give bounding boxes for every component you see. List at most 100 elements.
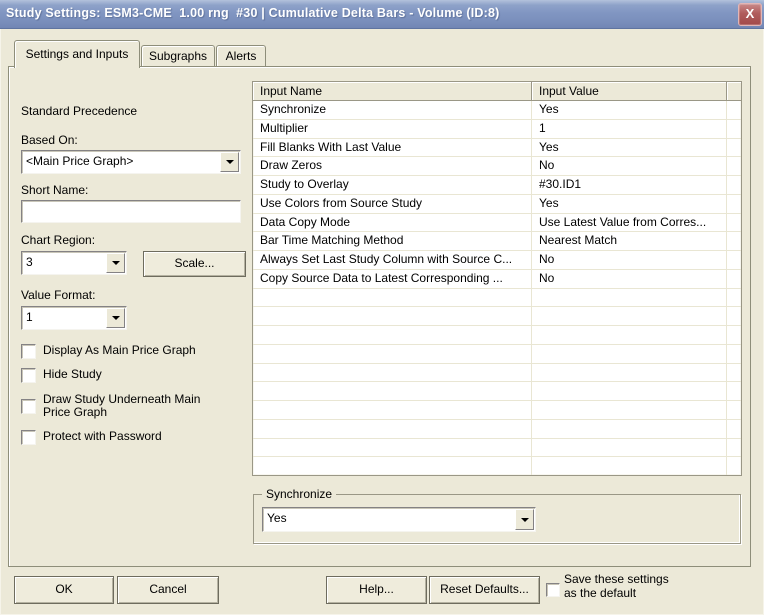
chart-region-value: 3 — [26, 255, 33, 269]
table-row-empty[interactable] — [253, 382, 741, 401]
checkbox-label: Display As Main Price Graph — [43, 343, 196, 357]
spacer-cell — [727, 232, 741, 250]
table-row[interactable]: Multiplier 1 — [253, 119, 741, 139]
input-name-cell: Copy Source Data to Latest Corresponding… — [253, 269, 532, 288]
tab-settings-and-inputs[interactable]: Settings and Inputs — [14, 40, 140, 68]
column-header-spacer — [727, 82, 741, 100]
checkbox-draw-study-underneath[interactable]: Draw Study Underneath Main Price Graph — [21, 393, 221, 419]
input-value-cell — [532, 457, 727, 475]
checkbox-hide-study[interactable]: Hide Study — [21, 368, 236, 383]
input-name-cell — [253, 401, 532, 419]
table-row-empty[interactable] — [253, 288, 741, 308]
spacer-cell — [727, 420, 741, 438]
spacer-cell — [727, 270, 741, 288]
table-row-empty[interactable] — [253, 438, 741, 458]
table-row[interactable]: Fill Blanks With Last Value Yes — [253, 138, 741, 158]
table-row-empty[interactable] — [253, 326, 741, 345]
input-name-cell: Bar Time Matching Method — [253, 232, 532, 250]
value-format-value: 1 — [26, 310, 33, 324]
tab-alerts[interactable]: Alerts — [216, 45, 266, 67]
table-row[interactable]: Data Copy Mode Use Latest Value from Corr… — [253, 213, 741, 233]
table-row[interactable]: Synchronize Yes — [253, 101, 741, 120]
input-name-cell — [253, 457, 532, 475]
input-value-cell: No — [532, 269, 727, 288]
table-row[interactable]: Bar Time Matching Method Nearest Match — [253, 232, 741, 251]
value-format-combobox[interactable]: 1 — [21, 306, 127, 330]
table-row[interactable]: Use Colors from Source Study Yes — [253, 194, 741, 214]
spacer-cell — [727, 307, 741, 325]
column-header-input-name: Input Name — [253, 82, 532, 100]
title-bar[interactable]: Study Settings: ESM3-CME 1.00 rng #30 | … — [0, 0, 764, 29]
inputs-table-header: Input Name Input Value — [253, 82, 741, 101]
synchronize-value: Yes — [267, 511, 287, 525]
input-name-cell — [253, 363, 532, 382]
spacer-cell — [727, 457, 741, 475]
spacer-cell — [727, 401, 741, 419]
table-row[interactable]: Always Set Last Study Column with Source… — [253, 251, 741, 270]
input-name-cell: Always Set Last Study Column with Source… — [253, 251, 532, 269]
input-value-cell — [532, 288, 727, 307]
study-settings-dialog: Study Settings: ESM3-CME 1.00 rng #30 | … — [0, 0, 764, 615]
checkbox-icon — [21, 368, 36, 383]
checkbox-icon — [21, 344, 36, 359]
spacer-cell — [727, 214, 741, 232]
standard-precedence-label: Standard Precedence — [21, 104, 138, 118]
chevron-down-icon[interactable] — [106, 253, 125, 273]
input-name-cell: Draw Zeros — [253, 157, 532, 175]
input-value-cell: Yes — [532, 138, 727, 157]
synchronize-combobox[interactable]: Yes — [262, 507, 536, 532]
close-icon[interactable]: X — [738, 3, 762, 26]
spacer-cell — [727, 289, 741, 307]
chevron-down-icon[interactable] — [220, 152, 239, 172]
tab-subgraphs[interactable]: Subgraphs — [141, 45, 215, 67]
input-name-cell: Synchronize — [253, 101, 532, 119]
help-button[interactable]: Help... — [326, 576, 427, 604]
checkbox-save-as-default[interactable] — [546, 583, 560, 597]
spacer-cell — [727, 382, 741, 400]
checkbox-label: Protect with Password — [43, 429, 162, 443]
table-row[interactable]: Study to Overlay #30.ID1 — [253, 176, 741, 195]
save-as-default-line1: Save these settings — [564, 572, 669, 586]
input-name-cell — [253, 382, 532, 400]
chevron-down-icon[interactable] — [106, 308, 125, 328]
input-value-cell — [532, 326, 727, 344]
table-row-empty[interactable] — [253, 401, 741, 420]
spacer-cell — [727, 139, 741, 157]
table-row[interactable]: Copy Source Data to Latest Corresponding… — [253, 269, 741, 289]
spacer-cell — [727, 157, 741, 175]
spacer-cell — [727, 345, 741, 363]
ok-button[interactable]: OK — [14, 576, 114, 604]
based-on-combobox[interactable]: <Main Price Graph> — [21, 150, 241, 174]
spacer-cell — [727, 120, 741, 138]
checkbox-protect-with-password[interactable]: Protect with Password — [21, 430, 236, 445]
checkbox-display-as-main-price-graph[interactable]: Display As Main Price Graph — [21, 344, 236, 359]
cancel-button[interactable]: Cancel — [117, 576, 219, 604]
settings-tab-panel: Standard Precedence Based On: <Main Pric… — [8, 66, 751, 567]
spacer-cell — [727, 195, 741, 213]
table-row-empty[interactable] — [253, 344, 741, 364]
scale-button[interactable]: Scale... — [143, 251, 246, 277]
synchronize-group-label: Synchronize — [262, 487, 337, 501]
input-value-cell — [532, 401, 727, 419]
spacer-cell — [727, 326, 741, 344]
input-value-cell: #30.ID1 — [532, 176, 727, 194]
chart-region-combobox[interactable]: 3 — [21, 251, 127, 275]
input-name-cell: Use Colors from Source Study — [253, 194, 532, 213]
based-on-label: Based On: — [21, 133, 78, 147]
short-name-label: Short Name: — [21, 183, 89, 197]
short-name-input[interactable] — [21, 200, 241, 223]
chart-region-label: Chart Region: — [21, 233, 96, 247]
input-name-cell: Data Copy Mode — [253, 213, 532, 232]
table-row[interactable]: Draw Zeros No — [253, 157, 741, 176]
spacer-cell — [727, 364, 741, 382]
column-header-input-value: Input Value — [532, 82, 727, 100]
table-row-empty[interactable] — [253, 363, 741, 383]
reset-defaults-button[interactable]: Reset Defaults... — [429, 576, 540, 604]
table-row-empty[interactable] — [253, 307, 741, 326]
chevron-down-icon[interactable] — [515, 509, 534, 530]
inputs-table: Input Name Input Value Synchronize Yes Mul… — [252, 81, 742, 476]
table-row-empty[interactable] — [253, 419, 741, 439]
table-row-empty[interactable] — [253, 457, 741, 475]
window-title: Study Settings: ESM3-CME 1.00 rng #30 | … — [6, 6, 500, 20]
input-value-cell: No — [532, 251, 727, 269]
